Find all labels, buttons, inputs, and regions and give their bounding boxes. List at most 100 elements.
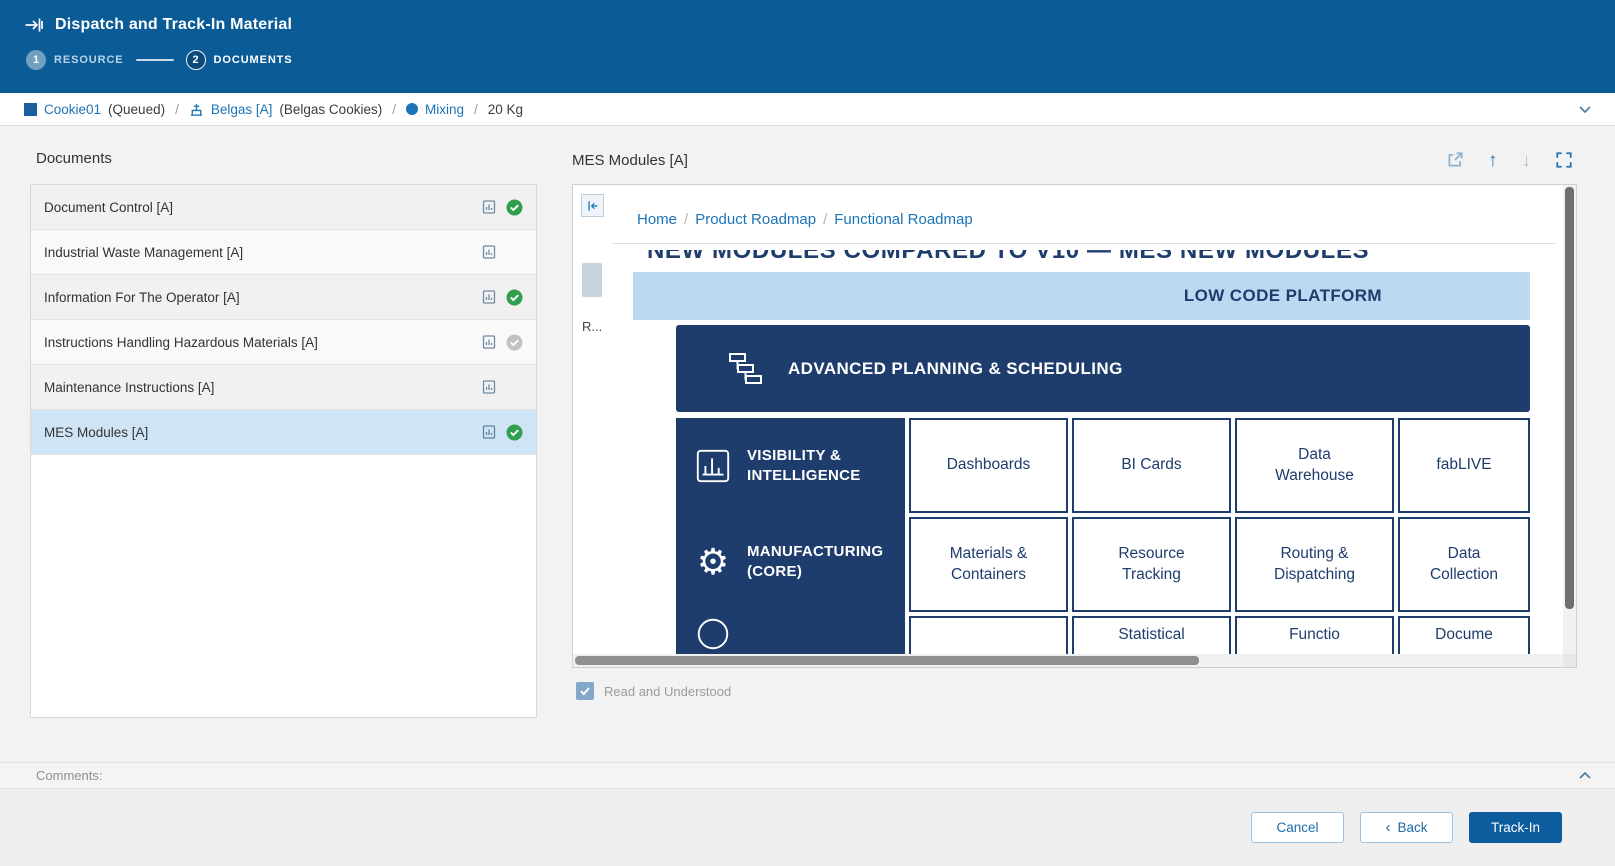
comments-label: Comments: bbox=[36, 768, 102, 783]
context-separator: / bbox=[474, 102, 478, 117]
step-resource[interactable]: 1 RESOURCE bbox=[26, 50, 124, 70]
document-name: Industrial Waste Management [A] bbox=[44, 245, 481, 260]
preview-title: MES Modules [A] bbox=[572, 152, 688, 169]
horizontal-scrollbar-thumb[interactable] bbox=[575, 656, 1199, 665]
track-in-button[interactable]: Track-In bbox=[1469, 812, 1562, 843]
page-title: Dispatch and Track-In Material bbox=[55, 16, 292, 34]
expand-fullscreen-icon[interactable] bbox=[1555, 151, 1573, 169]
analytics-icon bbox=[694, 447, 732, 485]
document-viewer: R... Home / Product Roadmap / Functional Roa… bbox=[572, 184, 1577, 668]
material-link[interactable]: Cookie01 bbox=[44, 102, 101, 117]
context-bar: Cookie01 (Queued) / Belgas [A] (Belgas C… bbox=[0, 93, 1615, 126]
category-manufacturing: ⚙ MANUFACTURING (CORE) bbox=[676, 514, 905, 610]
dispatch-track-in-dialog: Dispatch and Track-In Material 1 RESOURC… bbox=[0, 0, 1615, 866]
breadcrumb-functional-roadmap[interactable]: Functional Roadmap bbox=[834, 211, 972, 228]
document-list-item-selected[interactable]: MES Modules [A] bbox=[31, 410, 536, 455]
document-list-item[interactable]: Industrial Waste Management [A] bbox=[31, 230, 536, 275]
sidebar-scroll-thumb[interactable] bbox=[582, 263, 602, 297]
banner-label: LOW CODE PLATFORM bbox=[1184, 286, 1382, 306]
module-cell: fabLIVE bbox=[1398, 418, 1530, 513]
module-cell: BI Cards bbox=[1072, 418, 1231, 513]
pending-check-icon bbox=[506, 334, 523, 351]
next-document-arrow-down-icon[interactable]: ↓ bbox=[1522, 151, 1532, 170]
category-column: VISIBILITY & INTELLIGENCE ⚙ MANUFACTURIN… bbox=[676, 418, 905, 667]
clipped-heading-text: NEW MODULES COMPARED TO V10 — MES NEW MO… bbox=[647, 250, 1369, 265]
breadcrumb-product-roadmap[interactable]: Product Roadmap bbox=[695, 211, 816, 228]
back-chevron-icon: ‹ bbox=[1385, 820, 1390, 835]
documents-panel-title: Documents bbox=[36, 150, 537, 170]
report-icon bbox=[481, 289, 497, 305]
context-separator: / bbox=[392, 102, 396, 117]
breadcrumb-separator: / bbox=[823, 211, 827, 228]
cancel-button[interactable]: Cancel bbox=[1251, 812, 1344, 843]
approved-check-icon bbox=[506, 289, 523, 306]
document-list-item[interactable]: Maintenance Instructions [A] bbox=[31, 365, 536, 410]
chevron-down-icon[interactable] bbox=[1577, 101, 1593, 117]
context-separator: / bbox=[175, 102, 179, 117]
documents-list: Document Control [A] Industrial Waste Ma… bbox=[30, 184, 537, 718]
flow-step-dot-icon bbox=[406, 103, 418, 115]
back-button-label: Back bbox=[1397, 820, 1427, 835]
step-documents[interactable]: 2 DOCUMENTS bbox=[186, 50, 293, 70]
clipped-heading: NEW MODULES COMPARED TO V10 — MES NEW MO… bbox=[647, 250, 1530, 268]
wizard-stepper: 1 RESOURCE 2 DOCUMENTS bbox=[26, 50, 1591, 70]
document-list-item[interactable]: Information For The Operator [A] bbox=[31, 275, 536, 320]
step-1-label: RESOURCE bbox=[54, 54, 124, 66]
empty-status-slot bbox=[506, 244, 523, 261]
gantt-icon bbox=[726, 349, 766, 389]
back-button[interactable]: ‹ Back bbox=[1360, 812, 1453, 843]
material-swatch-icon bbox=[24, 103, 37, 116]
resource-description: (Belgas Cookies) bbox=[279, 102, 382, 117]
low-code-platform-banner: LOW CODE PLATFORM bbox=[633, 272, 1530, 320]
gear-icon: ⚙ bbox=[694, 544, 732, 580]
comments-section[interactable]: Comments: bbox=[0, 762, 1615, 789]
previous-document-arrow-up-icon[interactable]: ↑ bbox=[1488, 151, 1498, 170]
scrollbar-corner bbox=[1563, 654, 1576, 667]
document-list-item[interactable]: Document Control [A] bbox=[31, 185, 536, 230]
breadcrumb-home[interactable]: Home bbox=[637, 211, 677, 228]
horizontal-scrollbar[interactable] bbox=[573, 654, 1563, 667]
title-row: Dispatch and Track-In Material bbox=[24, 15, 1591, 35]
chevron-up-icon[interactable] bbox=[1577, 768, 1593, 784]
module-cell: Data Warehouse bbox=[1235, 418, 1394, 513]
read-checkbox-label: Read and Understood bbox=[604, 684, 731, 699]
material-state: (Queued) bbox=[108, 102, 165, 117]
report-icon bbox=[481, 334, 497, 350]
report-icon bbox=[481, 424, 497, 440]
breadcrumb-separator: / bbox=[684, 211, 688, 228]
document-name: Information For The Operator [A] bbox=[44, 290, 481, 305]
module-cell: Resource Tracking bbox=[1072, 517, 1231, 612]
collapse-panel-icon bbox=[586, 199, 600, 213]
approved-check-icon bbox=[506, 424, 523, 441]
collapse-panel-button[interactable] bbox=[581, 194, 604, 217]
module-cell: Materials & Containers bbox=[909, 517, 1068, 612]
flow-step-link[interactable]: Mixing bbox=[425, 102, 464, 117]
module-cell: Data Collection bbox=[1398, 517, 1530, 612]
category-visibility: VISIBILITY & INTELLIGENCE bbox=[676, 418, 905, 514]
vertical-scrollbar[interactable] bbox=[1563, 185, 1576, 654]
vertical-scrollbar-thumb[interactable] bbox=[1565, 187, 1574, 609]
module-cell: Routing & Dispatching bbox=[1235, 517, 1394, 612]
step-2-circle: 2 bbox=[186, 50, 206, 70]
doc-scrolled-content: NEW MODULES COMPARED TO V10 — MES NEW MO… bbox=[611, 244, 1562, 667]
category-label: MANUFACTURING (CORE) bbox=[747, 542, 897, 581]
read-confirmation-row: Read and Understood bbox=[572, 682, 1577, 700]
empty-status-slot bbox=[506, 379, 523, 396]
report-icon bbox=[481, 379, 497, 395]
track-in-icon bbox=[24, 15, 44, 35]
resource-link[interactable]: Belgas [A] bbox=[211, 102, 273, 117]
viewer-sidebar: R... bbox=[573, 185, 611, 667]
preview-actions: ↑ ↓ bbox=[1446, 151, 1577, 170]
open-external-icon[interactable] bbox=[1446, 151, 1464, 169]
read-checkbox[interactable] bbox=[576, 682, 594, 700]
report-icon bbox=[481, 244, 497, 260]
step-1-circle: 1 bbox=[26, 50, 46, 70]
document-list-item[interactable]: Instructions Handling Hazardous Material… bbox=[31, 320, 536, 365]
advanced-planning-block: ADVANCED PLANNING & SCHEDULING bbox=[676, 325, 1530, 412]
document-name: Document Control [A] bbox=[44, 200, 481, 215]
modules-grid: VISIBILITY & INTELLIGENCE ⚙ MANUFACTURIN… bbox=[676, 418, 1530, 667]
embedded-document: Home/Product Roadmap/Functional Roadmap … bbox=[611, 185, 1576, 667]
doc-breadcrumb: Home / Product Roadmap / Functional Roadmap bbox=[611, 185, 1562, 243]
checkbox-check-icon bbox=[579, 685, 591, 697]
category-label: VISIBILITY & INTELLIGENCE bbox=[747, 446, 897, 485]
